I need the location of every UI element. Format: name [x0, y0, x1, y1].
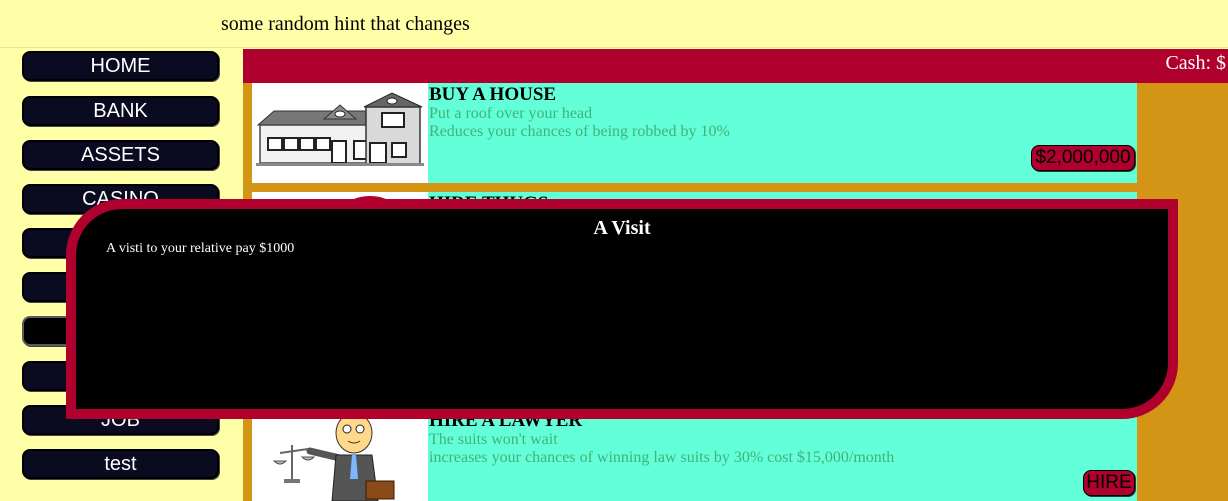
modal-message: A visti to your relative pay $1000	[106, 241, 295, 256]
asset-card-house: BUY A HOUSE Put a roof over your head Re…	[252, 83, 1137, 183]
card-subtitle: The suits won't wait	[429, 431, 558, 448]
asset-card-lawyer: HIRE A LAWYER The suits won't wait incre…	[252, 409, 1137, 501]
card-subtitle: Put a roof over your head	[429, 105, 593, 122]
lawyer-icon	[252, 409, 428, 501]
sidebar-item-bank[interactable]: BANK	[22, 96, 219, 126]
event-modal[interactable]: A Visit A visti to your relative pay $10…	[66, 199, 1178, 419]
sidebar-item-home[interactable]: HOME	[22, 51, 219, 81]
card-description: Reduces your chances of being robbed by …	[429, 123, 730, 140]
sidebar-item-assets[interactable]: ASSETS	[22, 140, 219, 170]
card-title: BUY A HOUSE	[429, 84, 557, 105]
hint-text: some random hint that changes	[221, 13, 470, 35]
card-description: increases your chances of winning law su…	[429, 449, 895, 466]
cash-display: Cash: $	[1165, 52, 1226, 74]
hint-bar: some random hint that changes	[0, 0, 1228, 48]
sidebar-item-test[interactable]: test	[22, 449, 219, 479]
hire-lawyer-button[interactable]: HIRE	[1083, 470, 1135, 496]
buy-house-button[interactable]: $2,000,000	[1031, 145, 1135, 171]
house-icon	[252, 83, 428, 183]
status-bar: Cash: $	[243, 49, 1228, 83]
modal-title: A Visit	[593, 217, 651, 239]
